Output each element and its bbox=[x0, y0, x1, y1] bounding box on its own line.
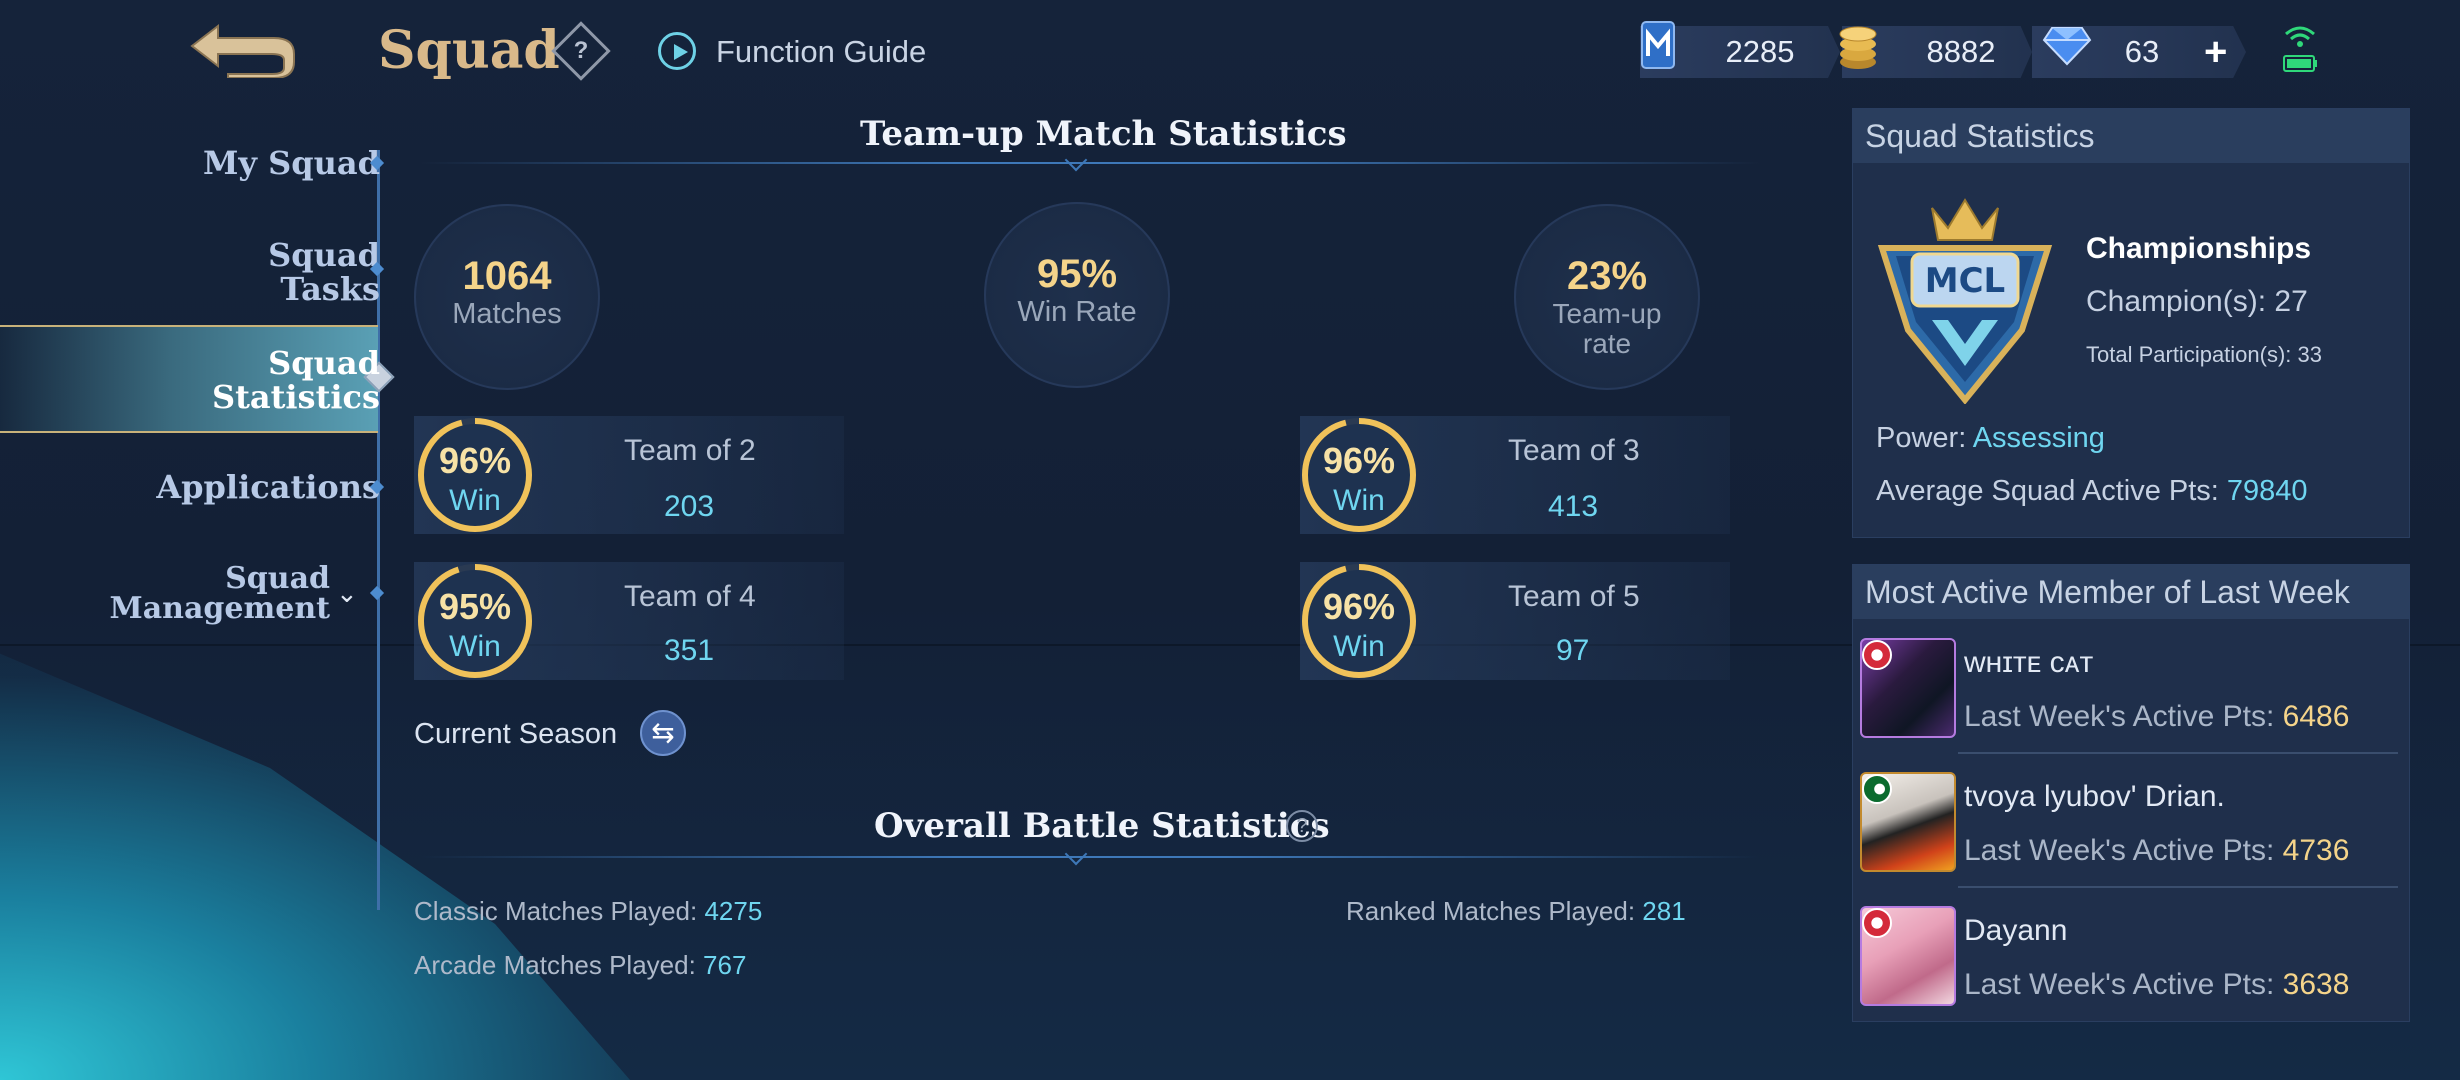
championships-title: Championships bbox=[2086, 232, 2312, 265]
member-name: ᴡʜɪᴛᴇ ᴄᴀᴛ bbox=[1964, 646, 2094, 679]
member-row[interactable]: ᴡʜɪᴛᴇ ᴄᴀᴛ Last Week's Active Pts: 6486 bbox=[1860, 638, 2400, 758]
team-of-4-win-label: Win bbox=[449, 630, 501, 663]
sidebar-item-applications[interactable]: Applications bbox=[156, 470, 380, 504]
power-value: Assessing bbox=[1972, 422, 2105, 454]
win-rate-value: 95% bbox=[1036, 252, 1118, 296]
back-arrow-icon[interactable] bbox=[188, 18, 298, 78]
win-rate-stat: 95% Win Rate bbox=[984, 202, 1170, 388]
team-of-5-name: Team of 5 bbox=[1508, 580, 1640, 613]
power-line: Power: Assessing bbox=[1876, 422, 2105, 455]
sidebar-dot bbox=[369, 585, 385, 601]
ranked-value: 281 bbox=[1642, 896, 1686, 926]
team-of-5-win-ring: 96% Win bbox=[1300, 562, 1418, 680]
participation-count: Total Participation(s): 33 bbox=[2086, 342, 2322, 367]
member-pts-value: 4736 bbox=[2282, 834, 2350, 867]
teamup-rate-stat: 23% Team-up rate bbox=[1514, 204, 1700, 390]
member-name: Dayann bbox=[1964, 914, 2068, 947]
team-of-4-name: Team of 4 bbox=[624, 580, 756, 613]
team-of-4-pct: 95% bbox=[438, 586, 512, 627]
squad-statistics-heading: Squad Statistics bbox=[1853, 109, 2409, 163]
wifi-battery-icon bbox=[2283, 26, 2317, 72]
team-of-3-name: Team of 3 bbox=[1508, 434, 1640, 467]
matches-stat: 1064 Matches bbox=[414, 204, 600, 390]
question-icon[interactable]: ? bbox=[1286, 810, 1318, 842]
sidebar-item-squad-statistics[interactable]: Squad Statistics bbox=[212, 346, 380, 414]
member-divider bbox=[1958, 752, 2398, 754]
current-season-label: Current Season bbox=[414, 718, 618, 750]
team-of-2-win-label: Win bbox=[449, 484, 501, 517]
overall-heading-notch bbox=[1064, 842, 1088, 866]
member-pts-value: 3638 bbox=[2282, 968, 2350, 1001]
champions-count: Champion(s): 27 bbox=[2086, 285, 2308, 318]
flag-icon bbox=[1862, 774, 1892, 804]
flag-icon bbox=[1862, 908, 1892, 938]
overall-heading: Overall Battle Statistics bbox=[874, 806, 1330, 846]
team-of-5-pct: 96% bbox=[1322, 586, 1396, 627]
function-guide-link[interactable]: Function Guide bbox=[716, 34, 926, 70]
member-row[interactable]: Dayann Last Week's Active Pts: 3638 bbox=[1860, 906, 2400, 1026]
member-row[interactable]: tvoya lyubov' Drian. Last Week's Active … bbox=[1860, 772, 2400, 892]
matches-label: Matches bbox=[452, 298, 562, 330]
page-title: Squad bbox=[378, 20, 560, 81]
member-pts-label: Last Week's Active Pts: bbox=[1964, 834, 2283, 867]
sidebar-item-my-squad[interactable]: My Squad bbox=[203, 146, 380, 180]
ranked-matches: Ranked Matches Played: 281 bbox=[1346, 896, 1686, 927]
power-label: Power: bbox=[1876, 422, 1973, 454]
flag-icon bbox=[1862, 640, 1892, 670]
teamup-rate-value: 23% bbox=[1566, 254, 1648, 298]
arcade-matches: Arcade Matches Played: 767 bbox=[414, 950, 746, 981]
arcade-label: Arcade Matches Played: bbox=[414, 950, 704, 980]
team-of-2-value: 203 bbox=[664, 490, 715, 523]
matches-value: 1064 bbox=[462, 254, 552, 298]
member-name: tvoya lyubov' Drian. bbox=[1964, 780, 2225, 813]
member-pts-value: 6486 bbox=[2282, 700, 2350, 733]
team-of-2-win-ring: 96% Win bbox=[416, 416, 534, 534]
badge-text: MCL bbox=[1925, 261, 2005, 301]
team-of-2-pct: 96% bbox=[438, 440, 512, 481]
ranked-label: Ranked Matches Played: bbox=[1346, 896, 1643, 926]
classic-matches: Classic Matches Played: 4275 bbox=[414, 896, 762, 927]
member-pts: Last Week's Active Pts: 6486 bbox=[1964, 700, 2349, 734]
member-pts-label: Last Week's Active Pts: bbox=[1964, 700, 2283, 733]
avg-value: 79840 bbox=[2226, 475, 2308, 507]
sidebar-item-squad-management[interactable]: Squad Management bbox=[110, 564, 330, 624]
help-icon[interactable]: ? bbox=[551, 21, 611, 81]
member-pts: Last Week's Active Pts: 4736 bbox=[1964, 834, 2349, 868]
team-of-4-value: 351 bbox=[664, 634, 715, 667]
team-of-5-win-label: Win bbox=[1333, 630, 1385, 663]
member-divider bbox=[1958, 886, 2398, 888]
team-of-5-value: 97 bbox=[1556, 634, 1590, 667]
avg-label: Average Squad Active Pts: bbox=[1876, 475, 2227, 507]
chevron-down-icon[interactable]: ⌄ bbox=[336, 578, 358, 609]
teamup-heading: Team-up Match Statistics bbox=[860, 114, 1347, 154]
arcade-value: 767 bbox=[703, 950, 747, 980]
swap-season-icon[interactable]: ⇆ bbox=[640, 710, 686, 756]
classic-label: Classic Matches Played: bbox=[414, 896, 705, 926]
mcl-trophy-badge-icon: MCL bbox=[1877, 198, 2053, 404]
win-rate-label: Win Rate bbox=[1017, 296, 1137, 328]
member-pts: Last Week's Active Pts: 3638 bbox=[1964, 968, 2349, 1002]
avg-active-line: Average Squad Active Pts: 79840 bbox=[1876, 475, 2308, 508]
team-of-4-win-ring: 95% Win bbox=[416, 562, 534, 680]
add-diamonds-button[interactable]: + bbox=[2204, 30, 2227, 75]
most-active-heading: Most Active Member of Last Week bbox=[1853, 565, 2409, 619]
team-of-2-name: Team of 2 bbox=[624, 434, 756, 467]
team-of-3-win-ring: 96% Win bbox=[1300, 416, 1418, 534]
diamond-icon bbox=[2042, 27, 2092, 66]
m-ticket-icon bbox=[1641, 21, 1675, 69]
team-of-3-value: 413 bbox=[1548, 490, 1599, 523]
team-of-3-pct: 96% bbox=[1322, 440, 1396, 481]
overall-heading-line bbox=[420, 856, 1760, 858]
gold-coins-icon bbox=[1839, 26, 1877, 69]
classic-value: 4275 bbox=[704, 896, 763, 926]
sidebar-item-squad-tasks[interactable]: Squad Tasks bbox=[268, 238, 380, 306]
help-symbol: ? bbox=[573, 37, 589, 64]
team-of-3-win-label: Win bbox=[1333, 484, 1385, 517]
teamup-heading-line bbox=[420, 162, 1760, 164]
teamup-rate-label: Team-up rate bbox=[1552, 298, 1662, 359]
member-pts-label: Last Week's Active Pts: bbox=[1964, 968, 2283, 1001]
play-icon[interactable] bbox=[658, 32, 696, 70]
